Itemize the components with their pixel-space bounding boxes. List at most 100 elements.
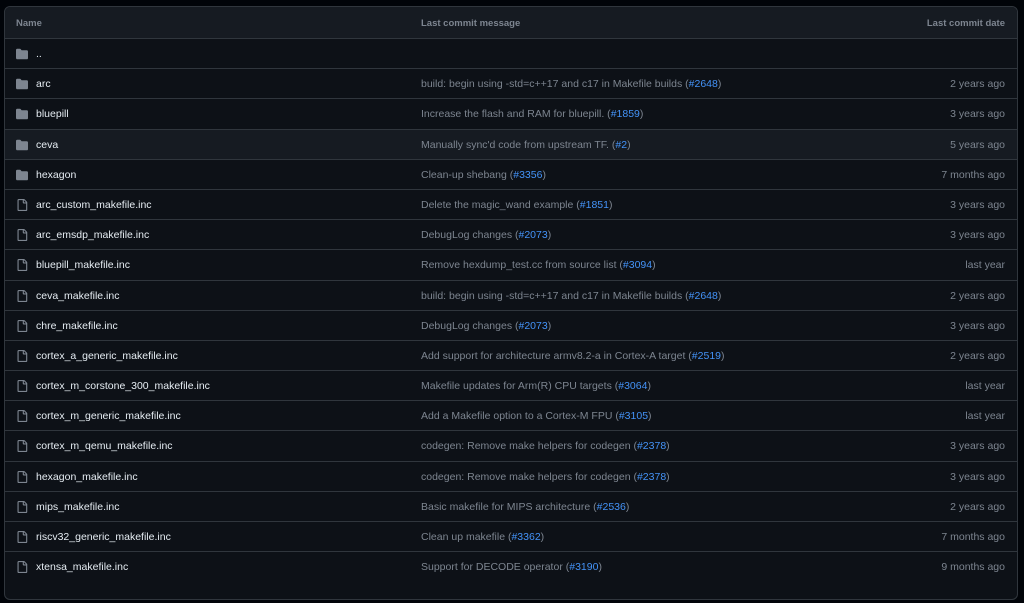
column-header-message: Last commit message — [421, 18, 521, 29]
commit-date: 2 years ago — [950, 500, 1005, 513]
table-row[interactable]: ceva_makefile.inc build: begin using -st… — [5, 281, 1017, 311]
commit-message-link[interactable]: Makefile updates for Arm(R) CPU targets … — [421, 380, 618, 392]
pull-request-link[interactable]: #2 — [615, 139, 627, 151]
folder-name-link[interactable]: bluepill — [36, 108, 69, 120]
commit-message-close: ) — [627, 138, 631, 151]
pull-request-link[interactable]: #2378 — [637, 471, 666, 483]
file-name-link[interactable]: chre_makefile.inc — [36, 320, 118, 332]
file-name-link[interactable]: riscv32_generic_makefile.inc — [36, 531, 171, 543]
commit-message-link[interactable]: build: begin using -std=c++17 and c17 in… — [421, 78, 689, 90]
commit-message: Manually sync'd code from upstream TF. (… — [421, 139, 631, 151]
file-name-link[interactable]: bluepill_makefile.inc — [36, 259, 130, 271]
commit-message-link[interactable]: Add a Makefile option to a Cortex-M FPU … — [421, 410, 619, 422]
table-row[interactable]: bluepill Increase the flash and RAM for … — [5, 99, 1017, 130]
commit-message-link[interactable]: Clean-up shebang ( — [421, 169, 513, 181]
pull-request-link[interactable]: #2648 — [689, 290, 718, 302]
commit-message-close: ) — [625, 500, 630, 513]
file-icon — [17, 440, 28, 453]
file-name-link[interactable]: ceva_makefile.inc — [36, 290, 119, 302]
table-row[interactable]: hexagon_makefile.inc codegen: Remove mak… — [5, 462, 1017, 492]
commit-message-link[interactable]: codegen: Remove make helpers for codegen… — [421, 471, 637, 483]
commit-message: codegen: Remove make helpers for codegen… — [421, 440, 670, 452]
pull-request-link[interactable]: #2073 — [519, 229, 548, 241]
folder-name-link[interactable]: hexagon — [36, 169, 76, 181]
pull-request-link[interactable]: #1851 — [580, 199, 609, 211]
file-name-link[interactable]: cortex_m_qemu_makefile.inc — [36, 440, 173, 452]
commit-date: 3 years ago — [950, 108, 1005, 121]
file-icon — [17, 198, 28, 211]
commit-message: DebugLog changes (#2073) — [421, 229, 551, 241]
commit-message: build: begin using -std=c++17 and c17 in… — [421, 78, 721, 90]
commit-date: 5 years ago — [950, 138, 1005, 151]
commit-message: Support for DECODE operator (#3190) — [421, 561, 602, 573]
commit-message: codegen: Remove make helpers for codegen… — [421, 471, 670, 483]
table-row[interactable]: arc_custom_makefile.inc Delete the magic… — [5, 190, 1017, 221]
commit-date: 3 years ago — [950, 229, 1005, 242]
table-row[interactable]: cortex_m_generic_makefile.inc Add a Make… — [5, 401, 1017, 432]
table-row[interactable]: riscv32_generic_makefile.inc Clean up ma… — [5, 522, 1017, 553]
table-row[interactable]: mips_makefile.inc Basic makefile for MIP… — [5, 492, 1017, 522]
commit-message-link[interactable]: build: begin using -std=c++17 and c17 in… — [421, 290, 689, 302]
commit-message: Clean-up shebang (#3356) — [421, 169, 546, 181]
pull-request-link[interactable]: #2648 — [689, 78, 718, 90]
pull-request-link[interactable]: #3064 — [618, 380, 647, 392]
table-row[interactable]: ceva Manually sync'd code from upstream … — [5, 129, 1017, 160]
folder-icon — [16, 169, 28, 180]
pull-request-link[interactable]: #3094 — [623, 259, 652, 271]
table-row[interactable]: bluepill_makefile.inc Remove hexdump_tes… — [5, 250, 1017, 281]
table-row[interactable]: cortex_a_generic_makefile.inc Add suppor… — [5, 341, 1017, 372]
pull-request-link[interactable]: #3362 — [511, 531, 540, 543]
file-icon — [17, 259, 28, 272]
file-name-link[interactable]: arc_custom_makefile.inc — [36, 199, 152, 211]
commit-message-link[interactable]: Increase the flash and RAM for bluepill.… — [421, 108, 611, 120]
table-row[interactable]: arc build: begin using -std=c++17 and c1… — [5, 69, 1017, 100]
folder-name-link[interactable]: ceva — [36, 139, 58, 151]
commit-message-link[interactable]: DebugLog changes ( — [421, 229, 519, 241]
commit-message-link[interactable]: codegen: Remove make helpers for codegen… — [421, 440, 637, 452]
file-name-link[interactable]: cortex_m_generic_makefile.inc — [36, 410, 181, 422]
table-row[interactable]: arc_emsdp_makefile.inc DebugLog changes … — [5, 220, 1017, 251]
file-name-link[interactable]: arc_emsdp_makefile.inc — [36, 229, 149, 241]
commit-message-close: ) — [721, 349, 725, 362]
file-name-link[interactable]: cortex_m_corstone_300_makefile.inc — [36, 380, 210, 392]
commit-message-link[interactable]: Support for DECODE operator ( — [421, 561, 569, 573]
commit-message-link[interactable]: Remove hexdump_test.cc from source list … — [421, 259, 623, 271]
pull-request-link[interactable]: #2536 — [597, 501, 626, 513]
commit-date: 3 years ago — [950, 470, 1005, 483]
commit-message: Clean up makefile (#3362) — [421, 531, 544, 543]
commit-message-link[interactable]: Clean up makefile ( — [421, 531, 511, 543]
parent-directory-link[interactable]: .. — [36, 48, 42, 60]
pull-request-link[interactable]: #3105 — [619, 410, 648, 422]
commit-message-link[interactable]: Delete the magic_wand example ( — [421, 199, 580, 211]
table-row[interactable]: chre_makefile.inc DebugLog changes (#207… — [5, 311, 1017, 341]
pull-request-link[interactable]: #3190 — [569, 561, 598, 573]
pull-request-link[interactable]: #2378 — [637, 440, 666, 452]
pull-request-link[interactable]: #3356 — [513, 169, 542, 181]
folder-icon — [16, 48, 28, 60]
commit-message-close: ) — [540, 531, 545, 543]
folder-icon — [16, 139, 28, 150]
file-icon — [17, 470, 28, 483]
file-name-link[interactable]: cortex_a_generic_makefile.inc — [36, 350, 178, 362]
pull-request-link[interactable]: #1859 — [611, 108, 640, 120]
commit-message-link[interactable]: Add support for architecture armv8.2-a i… — [421, 350, 692, 362]
commit-message-close: ) — [717, 289, 722, 302]
pull-request-link[interactable]: #2519 — [692, 350, 721, 362]
pull-request-link[interactable]: #2073 — [519, 320, 548, 332]
commit-message-link[interactable]: Basic makefile for MIPS architecture ( — [421, 501, 597, 513]
file-name-link[interactable]: xtensa_makefile.inc — [36, 561, 128, 573]
folder-name-link[interactable]: arc — [36, 78, 51, 90]
table-row[interactable]: cortex_m_corstone_300_makefile.inc Makef… — [5, 371, 1017, 402]
table-row[interactable]: xtensa_makefile.inc Support for DECODE o… — [5, 552, 1017, 582]
commit-message-link[interactable]: Manually sync'd code from upstream TF. ( — [421, 139, 615, 151]
commit-message: Add a Makefile option to a Cortex-M FPU … — [421, 410, 652, 422]
column-header-name: Name — [16, 18, 42, 29]
commit-date: 2 years ago — [950, 78, 1005, 91]
parent-directory-row[interactable]: .. — [5, 39, 1017, 70]
table-row[interactable]: hexagon Clean-up shebang (#3356) 7 month… — [5, 160, 1017, 190]
file-name-link[interactable]: hexagon_makefile.inc — [36, 471, 138, 483]
file-name-link[interactable]: mips_makefile.inc — [36, 501, 119, 513]
commit-message-link[interactable]: DebugLog changes ( — [421, 320, 519, 332]
commit-message-close: ) — [639, 108, 644, 121]
table-row[interactable]: cortex_m_qemu_makefile.inc codegen: Remo… — [5, 431, 1017, 462]
